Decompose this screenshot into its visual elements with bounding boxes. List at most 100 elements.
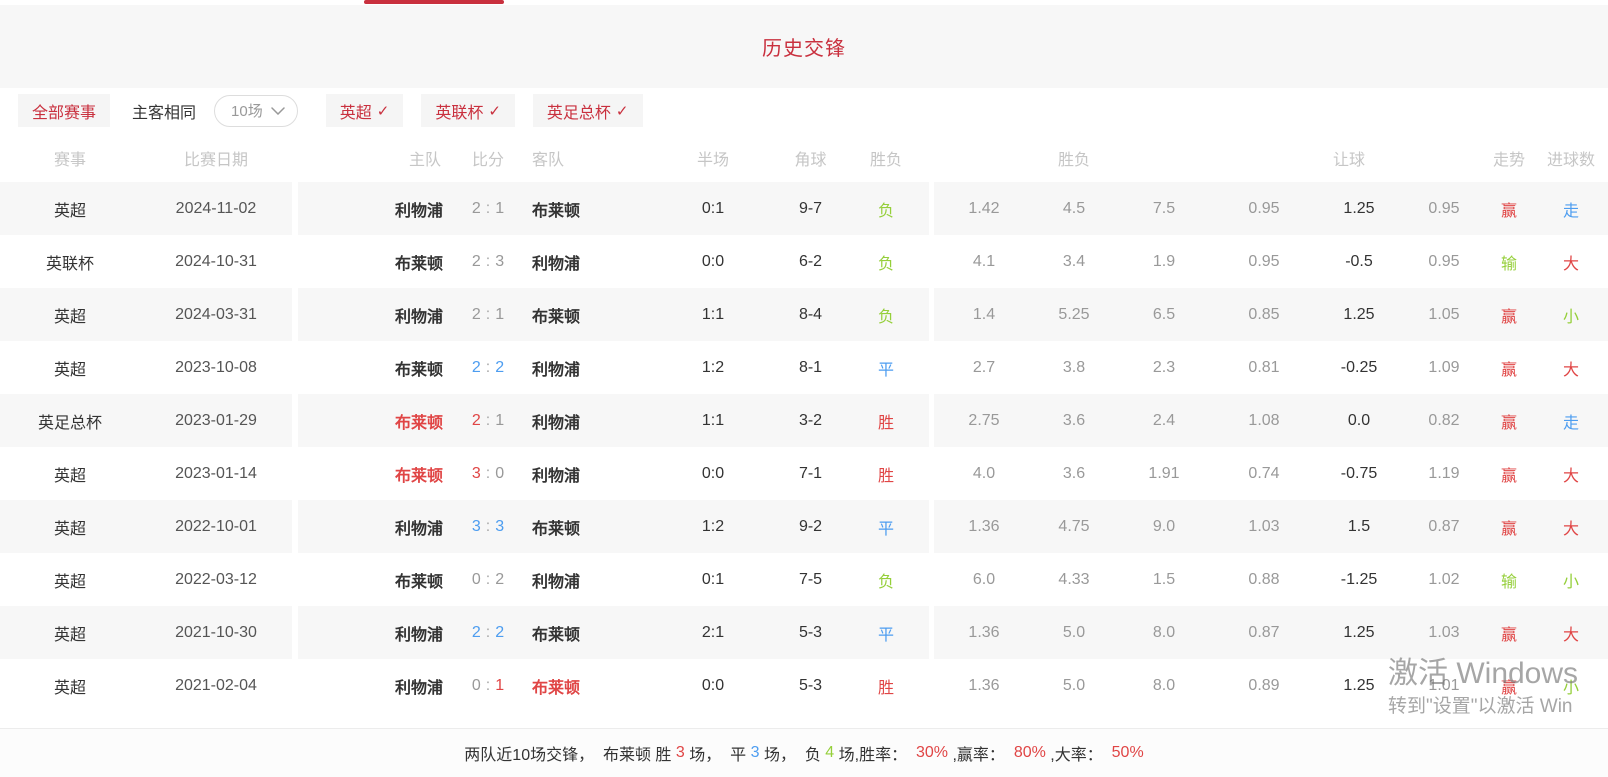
goals-mark: 小	[1563, 674, 1579, 698]
header-odds-group: 胜负	[934, 133, 1214, 182]
table-row: 英足总杯 2023-01-29 布莱顿 2 : 1 利物浦 1:1 3-2 胜 …	[0, 394, 1608, 447]
score-home: 3	[472, 518, 481, 536]
cell-handicap-home: 0.74	[1214, 447, 1314, 500]
cell-handicap-home: 0.89	[1214, 659, 1314, 712]
score-separator: :	[486, 200, 490, 218]
summary-win-count: 3	[676, 744, 685, 762]
cell-half-time: 1:1	[648, 288, 778, 341]
away-team-name: 利物浦	[532, 462, 580, 486]
cell-odds-lose: 8.0	[1114, 606, 1214, 659]
result-mark: 胜	[878, 462, 894, 486]
cell-date: 2024-03-31	[140, 288, 292, 341]
header-trend: 走势	[1484, 133, 1534, 182]
title-band: 历史交锋	[0, 5, 1608, 88]
result-mark: 负	[878, 303, 894, 327]
match-count-select[interactable]: 10场	[214, 95, 298, 127]
trend-mark: 赢	[1501, 303, 1517, 327]
cell-corners: 8-1	[778, 341, 843, 394]
cell-odds-lose: 1.9	[1114, 235, 1214, 288]
cell-odds-draw: 4.33	[1034, 553, 1114, 606]
filter-league-fa-cup-button[interactable]: 英足总杯 ✓	[533, 94, 643, 127]
cell-date: 2021-10-30	[140, 606, 292, 659]
score-separator: :	[486, 359, 490, 377]
cell-odds-lose: 1.5	[1114, 553, 1214, 606]
cell-home-team: 布莱顿	[298, 394, 453, 447]
score-home: 2	[472, 624, 481, 642]
cell-competition: 英超	[0, 606, 140, 659]
home-team-name: 利物浦	[395, 197, 443, 221]
cell-corners: 5-3	[778, 606, 843, 659]
table-row: 英超 2022-10-01 利物浦 3 : 3 布莱顿 1:2 9-2 平 1.…	[0, 500, 1608, 553]
score-away: 0	[495, 465, 504, 483]
cell-competition: 英联杯	[0, 235, 140, 288]
cell-result: 平	[843, 606, 929, 659]
score-separator: :	[486, 571, 490, 589]
cell-half-time: 0:0	[648, 447, 778, 500]
summary-lose-count: 4	[825, 744, 834, 762]
summary-text: 场， 负	[760, 741, 826, 765]
table-row: 英超 2021-10-30 利物浦 2 : 2 布莱顿 2:1 5-3 平 1.…	[0, 606, 1608, 659]
cell-date: 2023-10-08	[140, 341, 292, 394]
table-body: 英超 2024-11-02 利物浦 2 : 1 布莱顿 0:1 9-7 负 1.…	[0, 182, 1608, 712]
cell-date: 2021-02-04	[140, 659, 292, 712]
filter-league-label: 英超	[340, 99, 372, 123]
cell-away-team: 利物浦	[523, 447, 648, 500]
active-tab-indicator	[364, 0, 504, 4]
cell-goals: 小	[1534, 553, 1608, 606]
header-home-team: 主队	[298, 133, 453, 182]
summary-profit-rate: 80%	[1014, 744, 1046, 762]
cell-odds-draw: 5.25	[1034, 288, 1114, 341]
cell-odds-win: 4.0	[934, 447, 1034, 500]
filter-league-premier-button[interactable]: 英超 ✓	[326, 94, 404, 127]
cell-handicap-away: 0.87	[1404, 500, 1484, 553]
score-separator: :	[486, 306, 490, 324]
cell-handicap-line: -0.25	[1314, 341, 1404, 394]
cell-away-team: 利物浦	[523, 235, 648, 288]
summary-win-rate: 30%	[916, 744, 948, 762]
cell-handicap-away: 1.09	[1404, 341, 1484, 394]
header-goals: 进球数	[1534, 133, 1608, 182]
cell-goals: 大	[1534, 235, 1608, 288]
score-separator: :	[486, 518, 490, 536]
home-team-name: 布莱顿	[395, 568, 443, 592]
score-home: 2	[472, 359, 481, 377]
home-team-name: 利物浦	[395, 674, 443, 698]
cell-odds-draw: 5.0	[1034, 659, 1114, 712]
filter-same-venue-label[interactable]: 主客相同	[132, 99, 196, 123]
cell-home-team: 利物浦	[298, 500, 453, 553]
score-away: 1	[495, 412, 504, 430]
summary-text: 场， 平	[685, 741, 751, 765]
cell-handicap-away: 1.03	[1404, 606, 1484, 659]
cell-odds-draw: 3.6	[1034, 447, 1114, 500]
cell-odds-lose: 8.0	[1114, 659, 1214, 712]
cell-score: 2 : 2	[453, 341, 523, 394]
goals-mark: 小	[1563, 303, 1579, 327]
score-away: 1	[495, 306, 504, 324]
table-row: 英超 2021-02-04 利物浦 0 : 1 布莱顿 0:0 5-3 胜 1.…	[0, 659, 1608, 712]
cell-date: 2024-11-02	[140, 182, 292, 235]
cell-handicap-line: 1.25	[1314, 606, 1404, 659]
score-home: 2	[472, 253, 481, 271]
cell-half-time: 1:2	[648, 341, 778, 394]
filter-all-matches-button[interactable]: 全部赛事	[18, 94, 110, 127]
away-team-name: 利物浦	[532, 409, 580, 433]
table-footer-gap	[0, 712, 1608, 728]
cell-date: 2024-10-31	[140, 235, 292, 288]
cell-corners: 9-7	[778, 182, 843, 235]
cell-competition: 英超	[0, 553, 140, 606]
header-result: 胜负	[843, 133, 929, 182]
filter-league-efl-cup-button[interactable]: 英联杯 ✓	[421, 94, 515, 127]
score-away: 2	[495, 571, 504, 589]
score-home: 3	[472, 465, 481, 483]
cell-odds-win: 2.7	[934, 341, 1034, 394]
trend-mark: 赢	[1501, 462, 1517, 486]
header-away-team: 客队	[523, 133, 648, 182]
cell-handicap-line: 1.25	[1314, 659, 1404, 712]
cell-corners: 9-2	[778, 500, 843, 553]
cell-competition: 英超	[0, 447, 140, 500]
score-separator: :	[486, 465, 490, 483]
score-home: 2	[472, 412, 481, 430]
table-header-row: 赛事 比赛日期 主队 比分 客队 半场 角球 胜负 胜负 让球 走势 进球数	[0, 133, 1608, 182]
cell-trend: 赢	[1484, 659, 1534, 712]
cell-trend: 赢	[1484, 394, 1534, 447]
